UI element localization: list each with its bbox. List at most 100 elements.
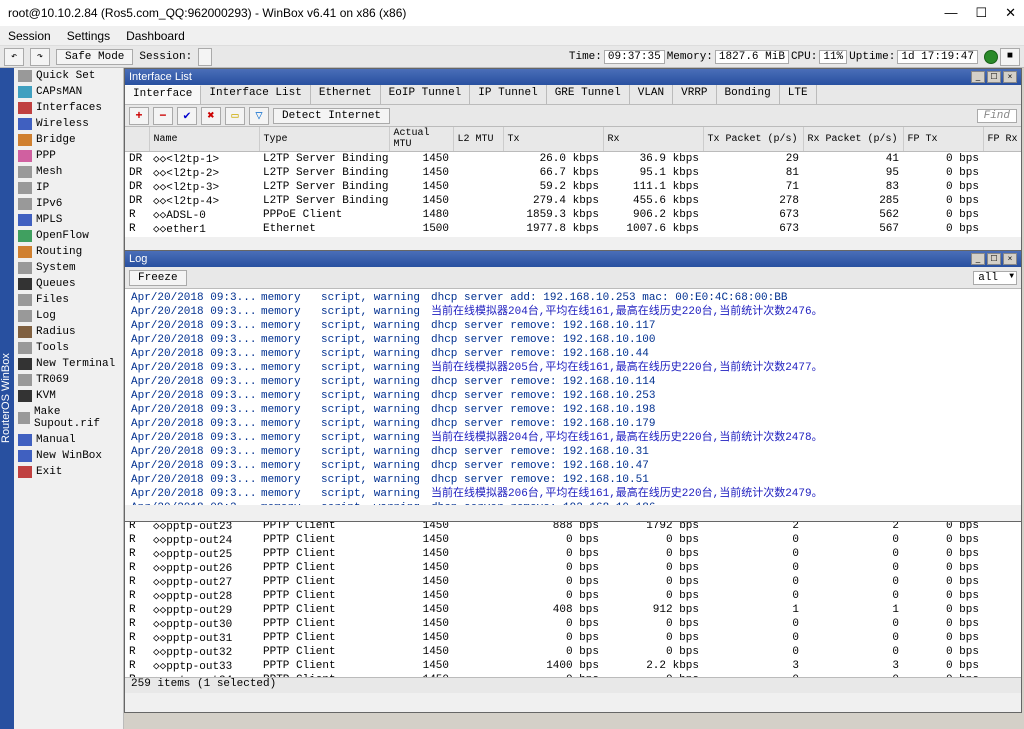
table-row[interactable]: R◇◇pptp-out30PPTP Client14500 bps0 bps00… — [125, 617, 1021, 631]
interface-table[interactable]: NameTypeActual MTUL2 MTUTxRxTx Packet (p… — [125, 127, 1021, 237]
sidebar-item[interactable]: Bridge — [14, 132, 123, 148]
sidebar-item[interactable]: Interfaces — [14, 100, 123, 116]
col-header[interactable]: Tx — [503, 127, 603, 152]
col-header[interactable]: Tx Packet (p/s) — [703, 127, 803, 152]
log-body[interactable]: Apr/20/2018 09:3...memoryscript, warning… — [125, 289, 1021, 505]
table-row[interactable]: R◇◇pptp-out24PPTP Client14500 bps0 bps00… — [125, 533, 1021, 547]
table-row[interactable]: R◇◇pptp-out27PPTP Client14500 bps0 bps00… — [125, 575, 1021, 589]
sidebar-icon — [18, 262, 32, 274]
tab[interactable]: IP Tunnel — [470, 85, 546, 104]
table-row[interactable]: R◇◇pptp-out26PPTP Client14500 bps0 bps00… — [125, 561, 1021, 575]
tab[interactable]: LTE — [780, 85, 817, 104]
col-header[interactable]: Type — [259, 127, 389, 152]
filter-button[interactable]: ▽ — [249, 107, 269, 125]
sidebar-item[interactable]: KVM — [14, 388, 123, 404]
sidebar-item[interactable]: Tools — [14, 340, 123, 356]
win-close-icon[interactable]: × — [1003, 71, 1017, 83]
sidebar-item[interactable]: Manual — [14, 432, 123, 448]
table-row[interactable]: DR◇◇<l2tp-2>L2TP Server Binding145066.7 … — [125, 166, 1021, 180]
tab[interactable]: VLAN — [630, 85, 673, 104]
comment-button[interactable]: ▭ — [225, 107, 245, 125]
win-min-icon[interactable]: _ — [971, 71, 985, 83]
tab[interactable]: Bonding — [717, 85, 780, 104]
log-titlebar[interactable]: Log _☐× — [125, 251, 1021, 267]
undo-button[interactable]: ↶ — [4, 48, 24, 66]
sidebar-item[interactable]: Mesh — [14, 164, 123, 180]
log-max-icon[interactable]: ☐ — [987, 253, 1001, 265]
hide-panel-button[interactable]: ■ — [1000, 48, 1020, 66]
sidebar-item[interactable]: System — [14, 260, 123, 276]
maximize-button[interactable]: ☐ — [975, 5, 987, 21]
log-row: Apr/20/2018 09:3...memoryscript, warning… — [131, 347, 1015, 361]
menu-dashboard[interactable]: Dashboard — [126, 29, 185, 43]
tab[interactable]: VRRP — [673, 85, 716, 104]
table-row[interactable]: DR◇◇<l2tp-1>L2TP Server Binding145026.0 … — [125, 152, 1021, 167]
minimize-button[interactable]: — — [944, 5, 957, 21]
tab[interactable]: EoIP Tunnel — [381, 85, 471, 104]
win-max-icon[interactable]: ☐ — [987, 71, 1001, 83]
menu-settings[interactable]: Settings — [67, 29, 110, 43]
table-row[interactable]: R◇◇pptp-out29PPTP Client1450408 bps912 b… — [125, 603, 1021, 617]
sidebar-item[interactable]: OpenFlow — [14, 228, 123, 244]
sidebar-item[interactable]: Quick Set — [14, 68, 123, 84]
sidebar-item[interactable]: Routing — [14, 244, 123, 260]
tab[interactable]: Interface List — [201, 85, 310, 104]
sidebar-item[interactable]: New Terminal — [14, 356, 123, 372]
col-header[interactable]: Actual MTU — [389, 127, 453, 152]
sidebar-icon — [18, 278, 32, 290]
table-row[interactable]: DR◇◇<l2tp-4>L2TP Server Binding1450279.4… — [125, 194, 1021, 208]
enable-button[interactable]: ✔ — [177, 107, 197, 125]
detect-internet-button[interactable]: Detect Internet — [273, 108, 390, 124]
table-row[interactable]: R◇◇pptp-out31PPTP Client14500 bps0 bps00… — [125, 631, 1021, 645]
table-row[interactable]: R◇◇ADSL-0PPPoE Client14801859.3 kbps906.… — [125, 208, 1021, 222]
disable-button[interactable]: ✖ — [201, 107, 221, 125]
sidebar-item[interactable]: Exit — [14, 464, 123, 480]
col-header[interactable]: L2 MTU — [453, 127, 503, 152]
sidebar-item[interactable]: PPP — [14, 148, 123, 164]
sidebar-icon — [18, 294, 32, 306]
redo-button[interactable]: ↷ — [30, 48, 50, 66]
log-min-icon[interactable]: _ — [971, 253, 985, 265]
find-input[interactable]: Find — [977, 109, 1017, 123]
table-row[interactable]: R◇◇pptp-out28PPTP Client14500 bps0 bps00… — [125, 589, 1021, 603]
sidebar-item[interactable]: MPLS — [14, 212, 123, 228]
status-dot-icon — [984, 50, 998, 64]
safemode-button[interactable]: Safe Mode — [56, 49, 133, 65]
col-header[interactable]: FP Tx — [903, 127, 983, 152]
tab[interactable]: GRE Tunnel — [547, 85, 630, 104]
col-header[interactable]: Name — [149, 127, 259, 152]
sidebar-item[interactable]: CAPsMAN — [14, 84, 123, 100]
add-button[interactable]: + — [129, 107, 149, 125]
table-row[interactable]: R◇◇ether1Ethernet15001977.8 kbps1007.6 k… — [125, 222, 1021, 236]
sidebar-item[interactable]: Wireless — [14, 116, 123, 132]
sidebar-item[interactable]: TR069 — [14, 372, 123, 388]
sidebar-item[interactable]: Log — [14, 308, 123, 324]
remove-button[interactable]: − — [153, 107, 173, 125]
interface-table-lower[interactable]: R◇◇pptp-out22PPTP Client14500 bps0 bps00… — [125, 505, 1021, 677]
main-toolbar: ↶ ↷ Safe Mode Session: Time:09:37:35 Mem… — [0, 46, 1024, 68]
sidebar-item[interactable]: New WinBox — [14, 448, 123, 464]
session-checkbox[interactable] — [198, 48, 212, 66]
tab[interactable]: Ethernet — [311, 85, 381, 104]
table-row[interactable]: R◇◇pptp-out33PPTP Client14501400 bps2.2 … — [125, 659, 1021, 673]
col-header[interactable]: Rx — [603, 127, 703, 152]
sidebar-item[interactable]: Make Supout.rif — [14, 404, 123, 432]
tab[interactable]: Interface — [125, 85, 201, 104]
sidebar-item[interactable]: Queues — [14, 276, 123, 292]
close-button[interactable]: ✕ — [1005, 5, 1016, 21]
col-header[interactable]: Rx Packet (p/s) — [803, 127, 903, 152]
sidebar-item[interactable]: Radius — [14, 324, 123, 340]
sidebar-item[interactable]: IPv6 — [14, 196, 123, 212]
freeze-button[interactable]: Freeze — [129, 270, 187, 286]
table-row[interactable]: R◇◇pptp-out25PPTP Client14500 bps0 bps00… — [125, 547, 1021, 561]
col-header[interactable]: FP Rx — [983, 127, 1021, 152]
log-close-icon[interactable]: × — [1003, 253, 1017, 265]
table-row[interactable]: R◇◇pptp-out32PPTP Client14500 bps0 bps00… — [125, 645, 1021, 659]
menu-session[interactable]: Session — [8, 29, 51, 43]
col-header[interactable] — [125, 127, 149, 152]
sidebar-item[interactable]: IP — [14, 180, 123, 196]
sidebar-item[interactable]: Files — [14, 292, 123, 308]
interface-list-titlebar[interactable]: Interface List _☐× — [125, 69, 1021, 85]
table-row[interactable]: DR◇◇<l2tp-3>L2TP Server Binding145059.2 … — [125, 180, 1021, 194]
log-filter-dropdown[interactable]: all — [973, 271, 1017, 285]
